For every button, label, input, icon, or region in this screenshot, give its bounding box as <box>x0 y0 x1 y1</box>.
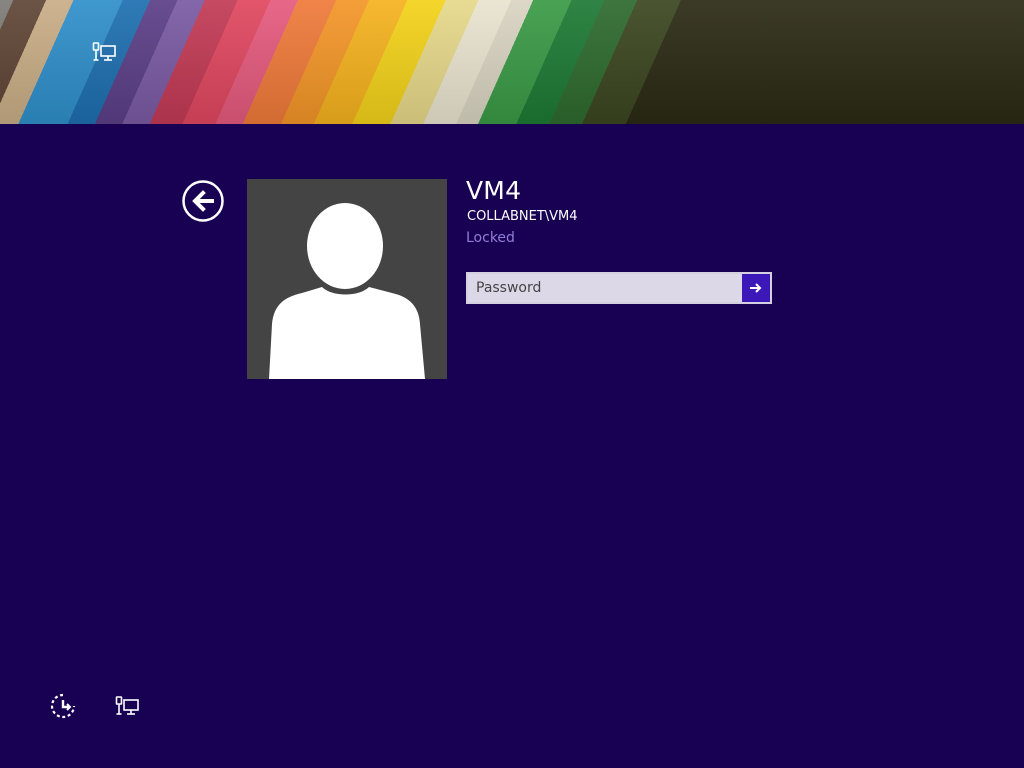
network-icon[interactable] <box>90 38 118 66</box>
ease-of-access-icon <box>50 693 76 719</box>
user-silhouette-icon <box>269 203 425 379</box>
arrow-right-icon <box>750 283 762 293</box>
password-box <box>466 272 772 304</box>
user-name: VM4 <box>466 176 522 205</box>
background-image-banner <box>0 0 1024 124</box>
back-button[interactable] <box>182 180 224 222</box>
submit-button[interactable] <box>742 274 770 302</box>
user-status: Locked <box>466 230 515 246</box>
password-field[interactable] <box>468 274 742 302</box>
network-button[interactable] <box>113 692 141 720</box>
user-avatar <box>247 179 447 379</box>
back-arrow-icon <box>182 180 224 222</box>
user-account: COLLABNET\VM4 <box>467 209 578 224</box>
lock-screen: VM4 COLLABNET\VM4 Locked <box>0 0 1024 768</box>
network-icon <box>115 696 139 715</box>
ease-of-access-button[interactable] <box>49 692 77 720</box>
